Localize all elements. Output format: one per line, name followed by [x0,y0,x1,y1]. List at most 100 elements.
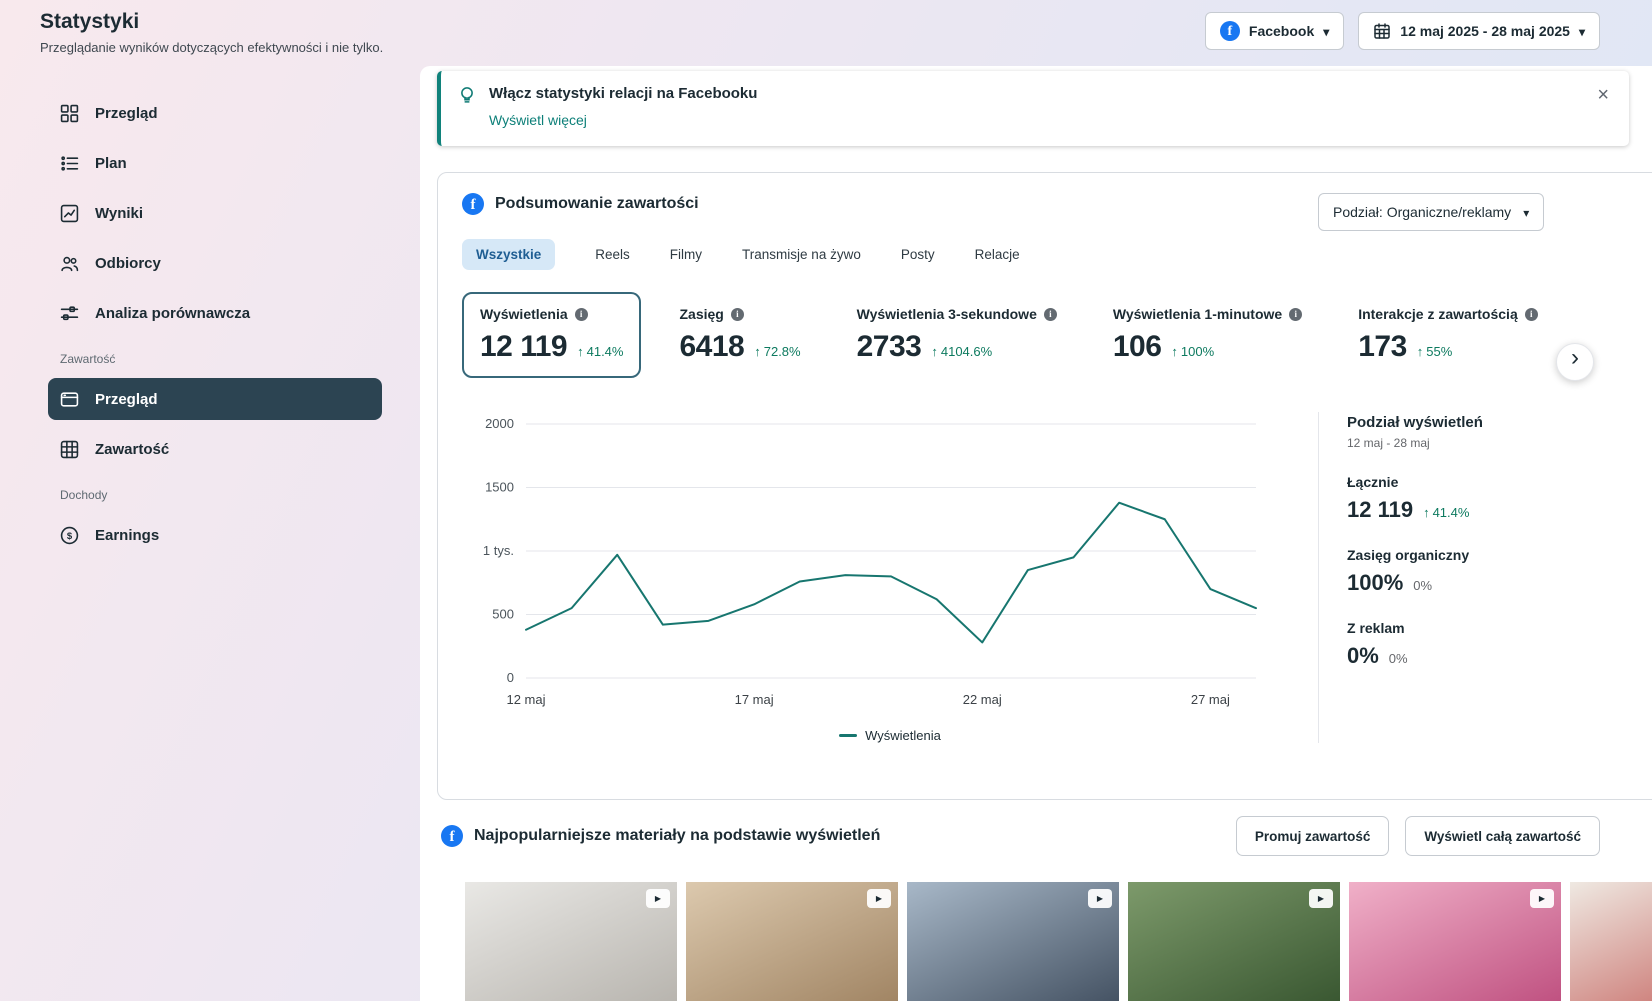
video-play-icon [646,889,670,908]
sidebar-item-odbiorcy[interactable]: Odbiorcy [48,242,382,284]
platform-selector-button[interactable]: Facebook [1205,12,1344,50]
tab-posty[interactable]: Posty [901,239,935,270]
page-header: Statystyki Przeglądanie wyników dotycząc… [0,0,1652,66]
svg-text:2000: 2000 [485,416,514,431]
metric-wyswietlenia[interactable]: Wyświetlenia 12 11941.4% [462,292,641,378]
breakdown-dropdown[interactable]: Podział: Organiczne/reklamy [1318,193,1544,231]
up-arrow-icon [754,344,761,359]
chevron-down-icon [1323,23,1329,39]
breakdown-row-change: 0% [1413,578,1432,593]
metric-wyswietlenia-3-sekundowe[interactable]: Wyświetlenia 3-sekundowe 27334104.6% [839,292,1075,378]
chevron-down-icon [1523,204,1529,220]
sidebar: Przegląd Plan Wyniki Odbiorcy Analiza po… [48,92,382,564]
content-grid-icon [60,440,80,459]
up-arrow-icon [1417,344,1424,359]
content-thumbnail[interactable] [1570,882,1652,1001]
breakdown-row-value: 0% [1347,643,1379,669]
sidebar-item-content-przeglad[interactable]: Przegląd [48,378,382,420]
facebook-logo-icon [462,193,484,215]
content-thumbnail[interactable] [1128,882,1340,1001]
svg-text:500: 500 [492,607,514,622]
sidebar-item-wyniki[interactable]: Wyniki [48,192,382,234]
facebook-logo-icon [441,825,463,847]
content-thumbnail[interactable] [465,882,677,1001]
breakdown-row-change-value: 41.4% [1433,505,1470,520]
views-chart: 05001 tys.1500200012 maj17 maj22 maj27 m… [462,412,1318,743]
content-thumbnail[interactable] [907,882,1119,1001]
info-icon [575,308,588,321]
breakdown-subtitle: 12 maj - 28 maj [1347,436,1652,450]
svg-text:1500: 1500 [485,480,514,495]
metric-change-value: 72.8% [764,344,801,359]
video-play-icon [1088,889,1112,908]
info-icon [1289,308,1302,321]
metric-zasieg[interactable]: Zasięg 641872.8% [661,292,818,378]
up-arrow-icon [577,344,584,359]
breakdown-title: Podział wyświetleń [1347,414,1652,431]
svg-text:0: 0 [507,670,514,685]
banner-link[interactable]: Wyświetl więcej [489,112,587,128]
metric-change: 4104.6% [931,344,992,359]
content-thumbnail[interactable] [686,882,898,1001]
date-range-button[interactable]: 12 maj 2025 - 28 maj 2025 [1358,12,1600,50]
sidebar-item-earnings[interactable]: $ Earnings [48,514,382,556]
metric-change-value: 55% [1426,344,1452,359]
sidebar-item-zawartosc[interactable]: Zawartość [48,428,382,470]
tab-filmy[interactable]: Filmy [670,239,702,270]
video-play-icon [867,889,891,908]
tab-wszystkie[interactable]: Wszystkie [462,239,555,270]
metric-value: 106 [1113,330,1162,364]
metric-label: Interakcje z zawartością [1358,306,1518,322]
popular-thumbnails [437,882,1652,1001]
svg-text:1 tys.: 1 tys. [483,543,514,558]
metric-interakcje[interactable]: Interakcje z zawartością 17355% [1340,292,1556,378]
breakdown-row-change: 41.4% [1423,505,1469,520]
page-subtitle: Przeglądanie wyników dotyczących efektyw… [40,40,383,55]
promote-content-button[interactable]: Promuj zawartość [1236,816,1390,856]
popular-content-section: Najpopularniejsze materiały na podstawie… [437,816,1652,1001]
tab-relacje[interactable]: Relacje [975,239,1020,270]
metric-label: Wyświetlenia 3-sekundowe [857,306,1037,322]
metric-wyswietlenia-1-minutowe[interactable]: Wyświetlenia 1-minutowe 106 100% [1095,292,1320,378]
breakdown-dropdown-label: Podział: Organiczne/reklamy [1333,204,1511,220]
svg-text:17 maj: 17 maj [735,692,774,707]
content-thumbnail[interactable] [1349,882,1561,1001]
metric-change: 55% [1417,344,1453,359]
tab-transmisje-na-zywo[interactable]: Transmisje na żywo [742,239,861,270]
meta-business-suite-insights: Statystyki Przeglądanie wyników dotycząc… [0,0,1652,1001]
header-controls: Facebook 12 maj 2025 - 28 maj 2025 [1205,12,1600,50]
breakdown-row-label: Z reklam [1347,620,1652,636]
content-type-tabs: Wszystkie Reels Filmy Transmisje na żywo… [462,239,1652,270]
info-icon [1044,308,1057,321]
breakdown-row-change: 0% [1389,651,1408,666]
plan-icon [60,154,80,173]
audience-icon [60,254,80,273]
sidebar-item-label: Analiza porównawcza [95,305,250,322]
svg-text:22 maj: 22 maj [963,692,1002,707]
breakdown-row-label: Zasięg organiczny [1347,547,1652,563]
metric-label: Wyświetlenia 1-minutowe [1113,306,1282,322]
content-summary-card: Podsumowanie zawartości Podział: Organic… [437,172,1652,800]
sidebar-section-zawartosc: Zawartość [60,352,382,366]
sidebar-item-plan[interactable]: Plan [48,142,382,184]
sidebar-item-przeglad[interactable]: Przegląd [48,92,382,134]
breakdown-row-value: 12 119 [1347,497,1413,523]
sidebar-item-label: Plan [95,155,127,172]
svg-text:27 maj: 27 maj [1191,692,1230,707]
metric-change-value: 100% [1181,344,1214,359]
sidebar-item-label: Przegląd [95,391,158,408]
video-play-icon [1309,889,1333,908]
sidebar-item-label: Zawartość [95,441,169,458]
view-all-content-button[interactable]: Wyświetl całą zawartość [1405,816,1600,856]
metrics-next-button[interactable] [1556,343,1594,381]
close-icon[interactable] [1593,81,1613,109]
info-icon [731,308,744,321]
sidebar-item-label: Wyniki [95,205,143,222]
info-icon [1525,308,1538,321]
breakdown-row-label: Łącznie [1347,474,1652,490]
tab-reels[interactable]: Reels [595,239,630,270]
earnings-icon: $ [60,526,80,545]
legend-label: Wyświetlenia [865,728,941,743]
sidebar-item-analiza-porownawcza[interactable]: Analiza porównawcza [48,292,382,334]
svg-text:$: $ [67,530,73,541]
